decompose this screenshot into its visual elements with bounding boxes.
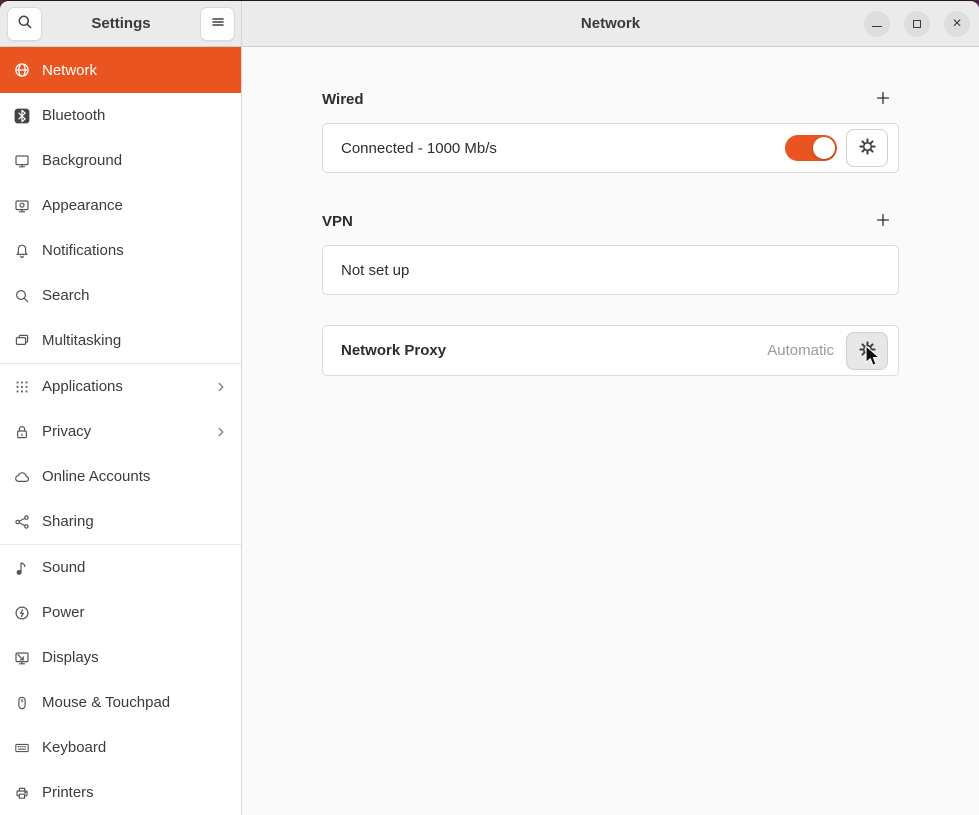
sidebar-item-network[interactable]: Network <box>0 47 241 93</box>
wired-settings-button[interactable] <box>846 129 888 167</box>
plus-icon <box>875 90 891 109</box>
music-note-icon <box>14 560 30 576</box>
displays-icon <box>14 650 30 666</box>
printer-icon <box>14 785 30 801</box>
sidebar-item-mouse[interactable]: Mouse & Touchpad <box>0 680 241 725</box>
sidebar-item-search[interactable]: Search <box>0 273 241 318</box>
primary-menu-button[interactable] <box>200 7 235 41</box>
sidebar-item-label: Power <box>42 604 229 621</box>
sidebar-item-online-accounts[interactable]: Online Accounts <box>0 454 241 499</box>
sidebar-item-privacy[interactable]: Privacy <box>0 409 241 454</box>
search-icon <box>14 288 30 304</box>
wired-section: Wired Connected - 1000 Mb/s <box>322 87 899 173</box>
background-icon <box>14 153 30 169</box>
maximize-button[interactable] <box>904 11 930 37</box>
sidebar-item-appearance[interactable]: Appearance <box>0 183 241 228</box>
minimize-button[interactable] <box>864 11 890 37</box>
network-proxy-row: Network Proxy Automatic <box>322 325 899 376</box>
keyboard-icon <box>14 740 30 756</box>
sidebar-item-label: Online Accounts <box>42 468 229 485</box>
gear-icon <box>858 137 877 159</box>
chevron-right-icon <box>213 424 229 440</box>
sidebar: Network Bluetooth Background Appearance Noti… <box>0 47 242 815</box>
mouse-icon <box>14 695 30 711</box>
sidebar-item-notifications[interactable]: Notifications <box>0 228 241 273</box>
close-icon: × <box>952 16 961 32</box>
sidebar-item-sharing[interactable]: Sharing <box>0 499 241 544</box>
sidebar-item-sound[interactable]: Sound <box>0 545 241 590</box>
sidebar-item-label: Displays <box>42 649 229 666</box>
sidebar-item-label: Privacy <box>42 423 201 440</box>
wired-connection-row: Connected - 1000 Mb/s <box>322 123 899 173</box>
app-title: Settings <box>42 15 200 32</box>
sidebar-item-label: Search <box>42 287 229 304</box>
sidebar-item-bluetooth[interactable]: Bluetooth <box>0 93 241 138</box>
lock-icon <box>14 424 30 440</box>
sidebar-item-displays[interactable]: Displays <box>0 635 241 680</box>
search-button[interactable] <box>7 7 42 41</box>
sidebar-item-label: Network <box>42 62 229 79</box>
cloud-icon <box>14 469 30 485</box>
add-vpn-button[interactable] <box>868 206 898 236</box>
window-controls: × <box>864 1 970 46</box>
vpn-section: VPN Not set up <box>322 209 899 295</box>
sidebar-item-label: Keyboard <box>42 739 229 756</box>
sidebar-item-label: Background <box>42 152 229 169</box>
vpn-section-title: VPN <box>322 213 353 230</box>
sidebar-item-label: Mouse & Touchpad <box>42 694 229 711</box>
settings-window: Settings Network × NetworkBluetoothBackg <box>0 0 979 815</box>
page-title: Network <box>581 15 640 32</box>
maximize-icon <box>913 20 921 28</box>
toggle-knob <box>813 137 835 159</box>
vpn-status-label: Not set up <box>341 262 888 279</box>
sidebar-item-power[interactable]: Power <box>0 590 241 635</box>
bell-icon <box>14 243 30 259</box>
apps-grid-icon <box>14 379 30 395</box>
sidebar-item-label: Printers <box>42 784 229 801</box>
multitasking-icon <box>14 333 30 349</box>
wired-status-label: Connected - 1000 Mb/s <box>341 140 785 157</box>
bluetooth-icon <box>14 108 30 124</box>
sidebar-item-label: Bluetooth <box>42 107 229 124</box>
proxy-settings-button[interactable] <box>846 332 888 370</box>
power-icon <box>14 605 30 621</box>
sidebar-item-label: Sharing <box>42 513 229 530</box>
wired-toggle-switch[interactable] <box>785 135 837 161</box>
appearance-icon <box>14 198 30 214</box>
globe-icon <box>14 62 30 78</box>
close-button[interactable]: × <box>944 11 970 37</box>
chevron-right-icon <box>213 379 229 395</box>
sidebar-item-label: Sound <box>42 559 229 576</box>
headerbar: Settings Network × <box>0 1 979 47</box>
minimize-icon <box>872 26 882 27</box>
gear-icon <box>858 340 877 362</box>
sidebar-item-printers[interactable]: Printers <box>0 770 241 815</box>
sidebar-item-applications[interactable]: Applications <box>0 364 241 409</box>
wired-section-title: Wired <box>322 91 364 108</box>
sidebar-item-label: Notifications <box>42 242 229 259</box>
sidebar-item-background[interactable]: Background <box>0 138 241 183</box>
magnifier-icon <box>17 14 33 33</box>
hamburger-menu-icon <box>210 14 226 33</box>
network-proxy-label: Network Proxy <box>341 342 767 359</box>
proxy-mode-value: Automatic <box>767 342 834 359</box>
content-headerbar: Network × <box>242 1 979 46</box>
sidebar-item-label: Applications <box>42 378 201 395</box>
sidebar-item-keyboard[interactable]: Keyboard <box>0 725 241 770</box>
sidebar-item-label: Multitasking <box>42 332 229 349</box>
share-icon <box>14 514 30 530</box>
add-wired-connection-button[interactable] <box>868 84 898 114</box>
sidebar-headerbar: Settings <box>0 1 242 46</box>
plus-icon <box>875 212 891 231</box>
sidebar-item-multitasking[interactable]: Multitasking <box>0 318 241 363</box>
sidebar-item-label: Appearance <box>42 197 229 214</box>
network-panel: Wired Connected - 1000 Mb/s <box>242 47 979 815</box>
vpn-status-row: Not set up <box>322 245 899 295</box>
